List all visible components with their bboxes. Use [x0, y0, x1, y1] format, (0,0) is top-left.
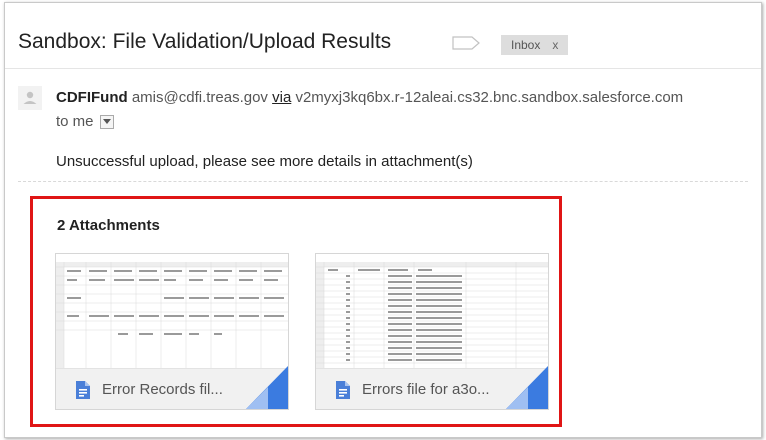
email-body: Unsuccessful upload, please see more det… — [56, 153, 473, 170]
attachment-thumbnail — [316, 254, 548, 368]
attachments-divider — [18, 181, 748, 182]
via-host: v2myxj3kq6bx.r-12aleai.cs32.bnc.sandbox.… — [295, 89, 684, 106]
remove-label-button[interactable]: x — [552, 38, 558, 52]
attachment-name: Error Records fil... — [102, 381, 223, 398]
attachments-title: 2 Attachments — [57, 217, 160, 234]
sender-avatar-icon — [18, 86, 42, 110]
subject-row: Sandbox: File Validation/Upload Results … — [5, 3, 761, 69]
file-type-corner-icon — [246, 366, 288, 409]
show-details-button[interactable] — [99, 114, 114, 129]
attachments-section: 2 Attachments Error Records fil... Error… — [30, 196, 562, 427]
inbox-label-text: Inbox — [511, 38, 541, 52]
document-icon — [336, 381, 350, 399]
file-type-corner-icon — [506, 366, 548, 409]
attachment-card[interactable]: Error Records fil... — [55, 253, 289, 410]
recipient-label: to me — [56, 113, 94, 130]
inbox-label-chip[interactable]: Inbox x — [501, 35, 569, 55]
attachment-name: Errors file for a3o... — [362, 381, 490, 398]
email-view: Sandbox: File Validation/Upload Results … — [4, 2, 762, 438]
email-subject: Sandbox: File Validation/Upload Results — [18, 30, 392, 53]
recipient-line: to me — [56, 113, 114, 130]
sender-name[interactable]: CDFIFund — [56, 89, 128, 106]
attachment-card[interactable]: Errors file for a3o... — [315, 253, 549, 410]
attachment-thumbnail — [56, 254, 288, 368]
sender-line: CDFIFund amis@cdfi.treas.gov via v2myxj3… — [56, 89, 683, 106]
sender-email: amis@cdfi.treas.gov — [131, 89, 268, 106]
document-icon — [76, 381, 90, 399]
via-link[interactable]: via — [272, 89, 291, 106]
label-tag-icon[interactable] — [452, 36, 480, 50]
chevron-down-icon — [102, 118, 111, 124]
